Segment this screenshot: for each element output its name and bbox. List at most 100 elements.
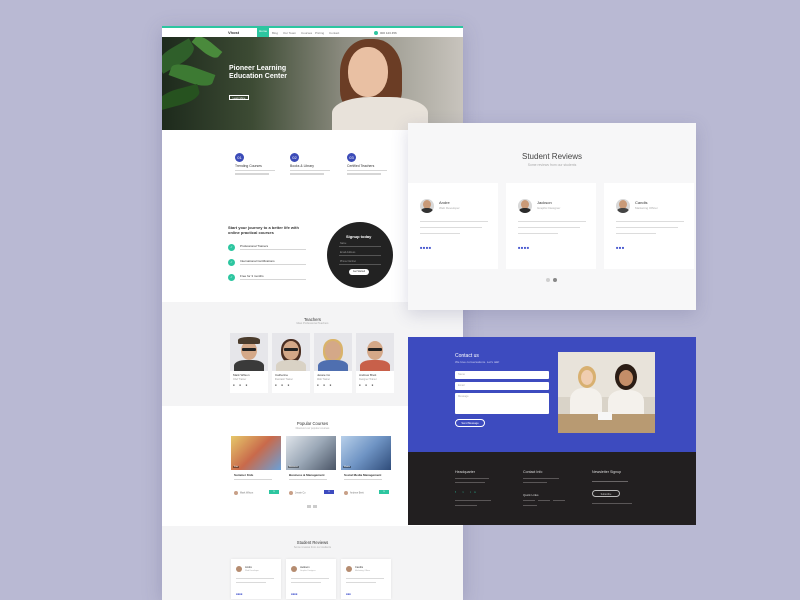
avatar [346, 566, 352, 572]
reviews-panel-subtitle: Some reviews from our students [527, 163, 577, 167]
footer-link[interactable] [538, 500, 550, 501]
course-card[interactable]: Media Social Media Management Andrew Bre… [341, 436, 391, 498]
social-icons[interactable]: ■ ■ ■ [317, 384, 352, 387]
feature-number-icon: 02 [290, 153, 299, 162]
text-placeholder-line [347, 170, 387, 172]
avatar [234, 491, 238, 495]
site-logo[interactable]: Vhost [228, 30, 239, 35]
carousel-dot[interactable] [546, 278, 550, 282]
signup-phone-field[interactable]: Phone Number [340, 260, 356, 263]
contact-name-input[interactable]: Name [455, 371, 549, 379]
signup-email-field[interactable]: Email Address [340, 251, 355, 254]
course-title: Summer Kids [234, 473, 254, 477]
contact-section: Contact us We love conversations. Let's … [408, 337, 696, 452]
carousel-dot-active[interactable] [553, 278, 557, 282]
rating-stars: ■■■■ [291, 593, 298, 596]
teacher-photo [272, 333, 310, 371]
teacher-photo [314, 333, 352, 371]
nav-item-our-team[interactable]: Our Team [283, 31, 296, 35]
avatar [344, 491, 348, 495]
reviewer-name: Jackson [300, 566, 310, 569]
feature-card: 02 Books & Library [290, 153, 340, 175]
text-placeholder-line [235, 170, 275, 172]
course-photo: Business [286, 436, 336, 470]
hero-learn-more-button[interactable]: Learn More [229, 95, 249, 100]
signup-field-underline [339, 255, 381, 256]
teachers-subtitle: Meet Professional Teachers [296, 322, 329, 325]
review-card: Jackson Graphic Designer ■■■■ [506, 183, 596, 269]
text-placeholder-line [455, 478, 489, 479]
course-price-tag[interactable]: $ [324, 490, 334, 494]
teacher-photo [356, 333, 394, 371]
course-badge: Media [343, 466, 351, 468]
site-footer: Headquarter f t in Contact Info Quick Li… [408, 452, 696, 525]
teacher-photo [230, 333, 268, 371]
footer-newsletter-heading: Newsletter Signup [592, 470, 622, 474]
contact-message-textarea[interactable]: Message [455, 393, 549, 414]
teacher-card[interactable]: Catherine Illustrator Trainer ■ ■ ■ [272, 333, 310, 393]
reviewer-role: Marketing Officer [635, 206, 658, 210]
teacher-name: Jessie Co [317, 373, 331, 377]
course-price-tag[interactable]: $ [379, 490, 389, 494]
journey-item-title: Free for 3 months [240, 274, 264, 278]
course-card[interactable]: Kids Summer Kids Mark Wilson $ [231, 436, 281, 498]
avatar [518, 199, 532, 213]
avatar [236, 566, 242, 572]
social-icons[interactable]: ■ ■ ■ [275, 384, 310, 387]
text-placeholder-line [420, 233, 460, 235]
text-placeholder-line [455, 505, 477, 506]
reviewer-role: Graphic Designer [537, 206, 561, 210]
course-price-tag[interactable]: $ [269, 490, 279, 494]
text-placeholder-line [455, 500, 491, 501]
nav-item-courses[interactable]: Courses [301, 31, 312, 35]
feature-title: Trending Courses [235, 164, 262, 168]
nav-item-home[interactable]: Home [257, 26, 269, 37]
rating-stars: ■■■ [346, 593, 351, 596]
newsletter-subscribe-button[interactable]: Subscribe [592, 490, 620, 497]
rating-stars: ■■■■ [236, 593, 243, 596]
course-card[interactable]: Business Business & Management Jessie Co… [286, 436, 336, 498]
teacher-card[interactable]: Jessie Co Web Trainer ■ ■ ■ [314, 333, 352, 393]
hero-woman-face [348, 47, 388, 97]
nav-item-blog[interactable]: Blog [272, 31, 278, 35]
course-badge: Kids [233, 466, 240, 468]
teacher-card[interactable]: Andrew Brett Designer Trainer ■ ■ ■ [356, 333, 394, 393]
social-icons[interactable]: ■ ■ ■ [233, 384, 268, 387]
text-placeholder-line [236, 582, 266, 583]
rating-stars: ■■■■ [518, 245, 530, 250]
carousel-next-button[interactable] [313, 505, 317, 508]
text-placeholder-line [290, 173, 324, 175]
signup-field-underline [339, 264, 381, 265]
nav-item-contact[interactable]: Contact [329, 31, 339, 35]
text-placeholder-line [518, 221, 586, 223]
text-placeholder-line [291, 578, 329, 579]
newsletter-email-input[interactable] [592, 481, 628, 482]
footer-social-icons[interactable]: f t in [455, 490, 479, 494]
avatar [291, 566, 297, 572]
text-placeholder-line [240, 249, 306, 251]
nav-item-pricing[interactable]: Pricing [315, 31, 324, 35]
review-card: Candis Marketing Officer ■■■ [604, 183, 694, 269]
signup-submit-button[interactable]: Get Started [349, 269, 369, 275]
avatar [420, 199, 434, 213]
teacher-card[interactable]: Mark Wilson Chef Trainer ■ ■ ■ [230, 333, 268, 393]
footer-link[interactable] [553, 500, 565, 501]
certificate-icon: ✓ [228, 259, 235, 266]
teacher-head [325, 341, 341, 360]
social-icons[interactable]: ■ ■ ■ [359, 384, 394, 387]
contact-send-button[interactable]: Send Message [455, 419, 485, 427]
signup-name-field[interactable]: Name [340, 242, 346, 245]
reviews-title: Student Reviews [296, 540, 329, 545]
contact-email-input[interactable]: Email [455, 382, 549, 390]
footer-link[interactable] [523, 505, 537, 506]
text-placeholder-line [344, 479, 382, 481]
teacher-role: Chef Trainer [233, 378, 247, 381]
review-card: Candis Marketing Officer ■■■ [341, 559, 391, 599]
text-placeholder-line [236, 578, 274, 579]
teacher-name: Mark Wilson [233, 373, 250, 377]
rating-stars: ■■■ [616, 245, 625, 250]
reviewer-role: Web Developer [439, 206, 460, 210]
text-placeholder-line [518, 233, 558, 235]
carousel-prev-button[interactable] [307, 505, 311, 508]
footer-link[interactable] [523, 500, 535, 501]
